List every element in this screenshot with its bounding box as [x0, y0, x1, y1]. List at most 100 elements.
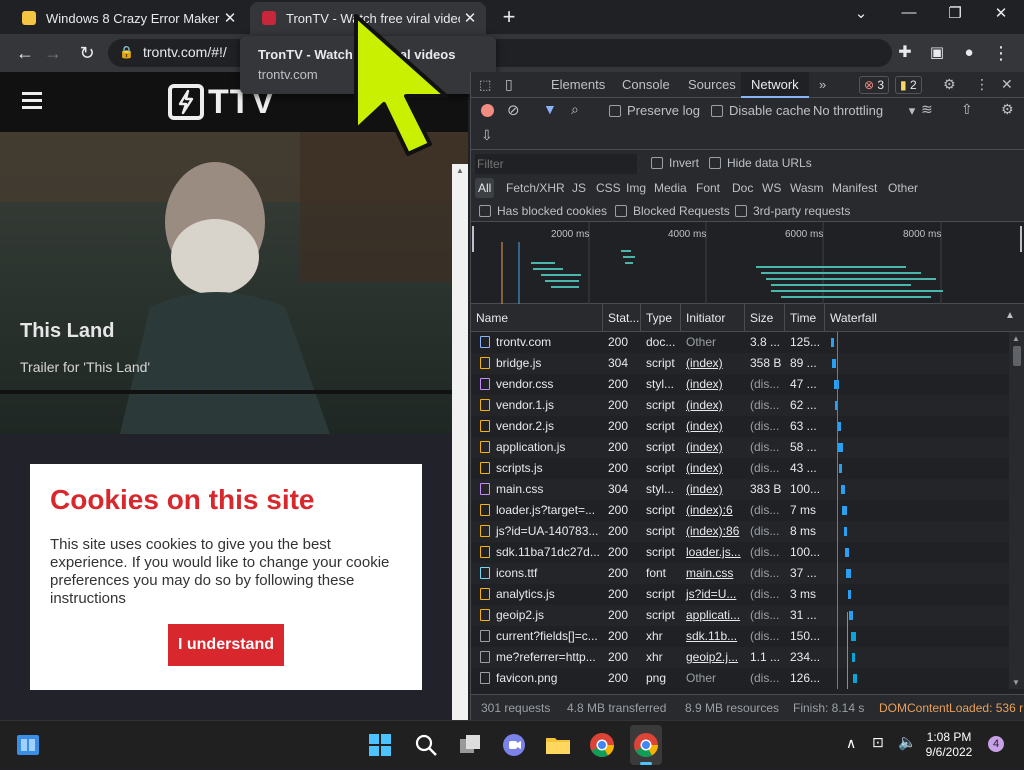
- request-initiator[interactable]: Other: [681, 332, 745, 353]
- tab-console[interactable]: Console: [612, 72, 680, 98]
- third-party-checkbox[interactable]: 3rd-party requests: [735, 204, 850, 218]
- request-initiator[interactable]: (index): [681, 479, 745, 500]
- wifi-conditions-icon[interactable]: ≋: [921, 101, 933, 118]
- request-name[interactable]: favicon.png: [491, 668, 603, 689]
- forward-button[interactable]: →: [40, 40, 66, 66]
- search-icon[interactable]: ⌕: [571, 101, 579, 118]
- url-text[interactable]: trontv.com/#!/: [143, 44, 227, 60]
- maximize-button[interactable]: ❐: [940, 4, 970, 22]
- inspect-element-icon[interactable]: ⬚: [479, 77, 491, 93]
- invert-checkbox[interactable]: Invert: [651, 156, 699, 170]
- column-type[interactable]: Type: [641, 304, 681, 332]
- table-row[interactable]: main.css 304 styl... (index) 383 B 100...: [471, 479, 1009, 500]
- table-row[interactable]: sdk.11ba71dc27d... 200 script loader.js... (…: [471, 542, 1009, 563]
- table-row[interactable]: vendor.1.js 200 script (index) (dis... 62 ...: [471, 395, 1009, 416]
- table-row[interactable]: analytics.js 200 script js?id=U... (dis... 3 …: [471, 584, 1009, 605]
- filter-input-box[interactable]: [475, 154, 637, 174]
- table-row[interactable]: scripts.js 200 script (index) (dis... 43 ...: [471, 458, 1009, 479]
- request-name[interactable]: geoip2.js: [491, 605, 603, 626]
- error-badge[interactable]: ⊗ 3: [859, 76, 890, 94]
- requests-scrollbar[interactable]: ▲ ▼: [1009, 332, 1024, 689]
- request-initiator[interactable]: (index): [681, 437, 745, 458]
- i-understand-button[interactable]: I understand: [168, 624, 284, 666]
- filter-funnel-icon[interactable]: ▼: [543, 101, 557, 117]
- request-initiator[interactable]: geoip2.j...: [681, 647, 745, 668]
- column-initiator[interactable]: Initiator: [681, 304, 745, 332]
- clear-icon[interactable]: ⊘: [507, 101, 520, 119]
- request-name[interactable]: analytics.js: [491, 584, 603, 605]
- close-tab-icon[interactable]: ✕: [220, 9, 240, 27]
- request-initiator[interactable]: sdk.11b...: [681, 626, 745, 647]
- request-initiator[interactable]: applicati...: [681, 605, 745, 626]
- table-row[interactable]: geoip2.js 200 script applicati... (dis... 31 …: [471, 605, 1009, 626]
- request-initiator[interactable]: main.css: [681, 563, 745, 584]
- filter-input[interactable]: [475, 154, 633, 174]
- request-name[interactable]: sdk.11ba71dc27d...: [491, 542, 603, 563]
- request-initiator[interactable]: (index):86: [681, 521, 745, 542]
- throttling-select[interactable]: No throttling ▾: [813, 103, 915, 119]
- more-tabs-icon[interactable]: »: [809, 72, 836, 98]
- scroll-up-icon[interactable]: ▲: [1012, 334, 1020, 343]
- volume-icon[interactable]: 🔈: [898, 733, 917, 751]
- show-hidden-icons-chevron-icon[interactable]: ∧: [846, 735, 856, 752]
- device-toolbar-icon[interactable]: ▯: [505, 76, 513, 93]
- table-row[interactable]: application.js 200 script (index) (dis... 58 …: [471, 437, 1009, 458]
- table-row[interactable]: vendor.2.js 200 script (index) (dis... 63 ...: [471, 416, 1009, 437]
- network-overview-timeline[interactable]: 2000 ms 4000 ms 6000 ms 8000 ms: [471, 222, 1024, 304]
- request-initiator[interactable]: (index): [681, 374, 745, 395]
- request-initiator[interactable]: loader.js...: [681, 542, 745, 563]
- table-row[interactable]: vendor.css 200 styl... (index) (dis... 47 ...: [471, 374, 1009, 395]
- warning-badge[interactable]: ▮ 2: [895, 76, 922, 94]
- export-har-icon[interactable]: ⇩: [481, 127, 493, 144]
- close-window-button[interactable]: ✕: [986, 4, 1016, 22]
- reload-button[interactable]: ↻: [74, 40, 100, 66]
- profile-avatar-icon[interactable]: ●: [956, 40, 982, 66]
- request-initiator[interactable]: (index):6: [681, 500, 745, 521]
- table-row[interactable]: bridge.js 304 script (index) 358 B 89 ...: [471, 353, 1009, 374]
- table-row[interactable]: current?fields[]=c... 200 xhr sdk.11b... (di…: [471, 626, 1009, 647]
- table-row[interactable]: icons.ttf 200 font main.css (dis... 37 ...: [471, 563, 1009, 584]
- network-icon[interactable]: ⊡: [872, 734, 884, 751]
- devtools-menu-icon[interactable]: ⋮: [975, 76, 989, 93]
- windows-start-icon[interactable]: [366, 731, 394, 759]
- search-icon[interactable]: [412, 731, 440, 759]
- scroll-up-icon[interactable]: ▲: [456, 166, 464, 175]
- request-name[interactable]: scripts.js: [491, 458, 603, 479]
- filter-fetch-xhr[interactable]: Fetch/XHR: [503, 178, 568, 198]
- filter-other[interactable]: Other: [885, 178, 921, 198]
- side-panel-icon[interactable]: ▣: [924, 40, 950, 66]
- filter-wasm[interactable]: Wasm: [787, 178, 827, 198]
- extensions-icon[interactable]: ✚: [892, 40, 918, 66]
- blocked-requests-checkbox[interactable]: Blocked Requests: [615, 204, 730, 218]
- tab-search-icon[interactable]: ⌄: [846, 4, 876, 22]
- request-name[interactable]: vendor.2.js: [491, 416, 603, 437]
- table-row[interactable]: js?id=UA-140783... 200 script (index):86 (di…: [471, 521, 1009, 542]
- filter-css[interactable]: CSS: [593, 178, 624, 198]
- table-row[interactable]: favicon.png 200 png Other (dis... 126...: [471, 668, 1009, 689]
- column-size[interactable]: Size: [745, 304, 785, 332]
- request-initiator[interactable]: (index): [681, 416, 745, 437]
- request-name[interactable]: me?referrer=http...: [491, 647, 603, 668]
- teams-chat-icon[interactable]: [500, 731, 528, 759]
- request-name[interactable]: js?id=UA-140783...: [491, 521, 603, 542]
- request-initiator[interactable]: (index): [681, 458, 745, 479]
- page-scrollbar[interactable]: ▲ ▼: [452, 164, 468, 720]
- back-button[interactable]: ←: [12, 40, 38, 66]
- hero-title[interactable]: This Land: [20, 320, 114, 343]
- chrome-active-window-icon[interactable]: [630, 725, 662, 765]
- tab-windows-error-maker[interactable]: Windows 8 Crazy Error Maker 3 c ✕: [10, 2, 246, 34]
- filter-doc[interactable]: Doc: [729, 178, 756, 198]
- settings-gear-icon[interactable]: ⚙: [943, 76, 956, 93]
- import-har-icon[interactable]: ⇧: [961, 101, 973, 118]
- notification-badge[interactable]: 4: [988, 736, 1004, 752]
- task-view-icon[interactable]: [456, 731, 484, 759]
- file-explorer-icon[interactable]: [544, 731, 572, 759]
- column-status[interactable]: Stat...: [603, 304, 641, 332]
- menu-kebab-icon[interactable]: ⋮: [988, 40, 1014, 66]
- tab-elements[interactable]: Elements: [541, 72, 615, 98]
- filter-ws[interactable]: WS: [759, 178, 784, 198]
- record-icon[interactable]: [481, 104, 494, 117]
- hamburger-menu-icon[interactable]: [22, 92, 42, 109]
- request-name[interactable]: current?fields[]=c...: [491, 626, 603, 647]
- scrollbar-thumb[interactable]: [1013, 346, 1021, 366]
